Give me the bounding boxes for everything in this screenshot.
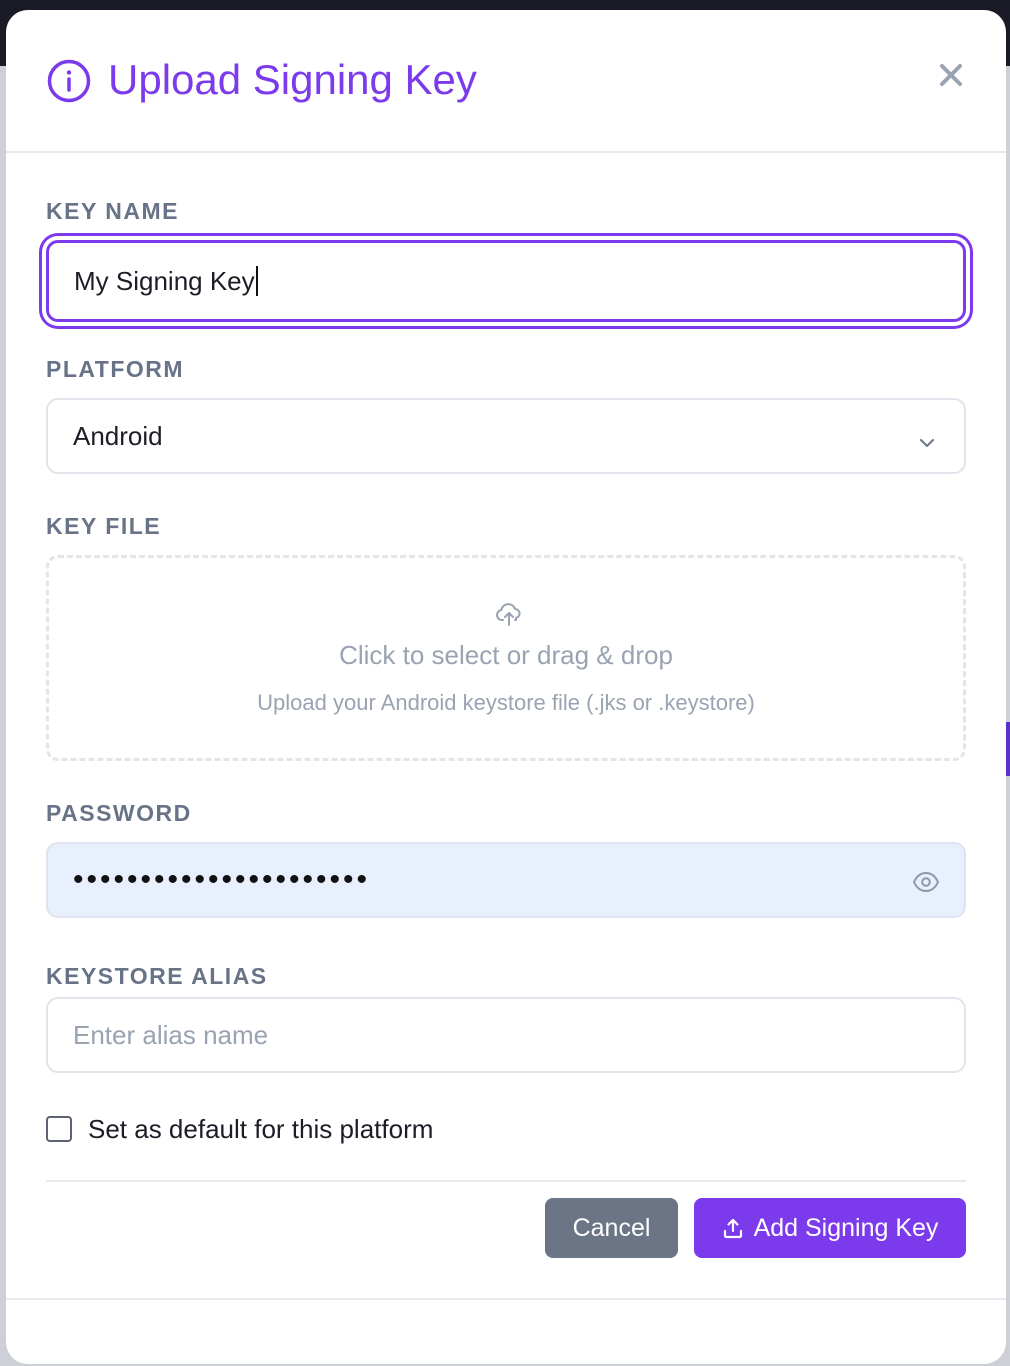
password-masked-value: ••••••••••••••••••••••: [73, 863, 371, 896]
add-signing-key-button[interactable]: Add Signing Key: [694, 1198, 966, 1258]
default-checkbox[interactable]: [46, 1116, 72, 1142]
keystore-alias-field[interactable]: [46, 997, 966, 1073]
dropzone-title: Click to select or drag & drop: [339, 640, 673, 670]
upload-signing-key-modal: Upload Signing Key KEY NAME My Signing K…: [6, 10, 1006, 1364]
keystore-alias-label: KEYSTORE ALIAS: [46, 963, 268, 989]
password-input[interactable]: ••••••••••••••••••••••: [46, 842, 966, 918]
key-name-input[interactable]: My Signing Key: [46, 240, 966, 322]
eye-icon[interactable]: [912, 868, 940, 896]
info-icon: [46, 58, 92, 104]
chevron-down-icon: [918, 428, 936, 447]
default-checkbox-label[interactable]: Set as default for this platform: [88, 1114, 433, 1145]
platform-select[interactable]: Android: [46, 398, 966, 474]
cloud-upload-icon: [495, 600, 523, 628]
key-file-label: KEY FILE: [46, 513, 162, 539]
default-checkbox-row[interactable]: Set as default for this platform: [46, 1112, 433, 1146]
modal-bottom-divider: [6, 1298, 1006, 1300]
modal-header: Upload Signing Key: [6, 10, 1006, 153]
key-name-value: My Signing Key: [74, 265, 255, 296]
password-label: PASSWORD: [46, 800, 192, 826]
platform-selected-value: Android: [73, 420, 163, 451]
cancel-button-label: Cancel: [572, 1213, 651, 1242]
platform-label: PLATFORM: [46, 356, 185, 382]
text-caret: [255, 266, 258, 296]
keystore-alias-input[interactable]: [73, 1019, 933, 1051]
key-name-label: KEY NAME: [46, 198, 179, 224]
footer-divider: [46, 1180, 966, 1182]
key-file-dropzone[interactable]: Click to select or drag & drop Upload yo…: [46, 555, 966, 761]
add-signing-key-label: Add Signing Key: [753, 1213, 939, 1242]
modal-title: Upload Signing Key: [108, 56, 477, 103]
close-button[interactable]: [934, 60, 968, 94]
dropzone-subtitle: Upload your Android keystore file (.jks …: [257, 690, 755, 715]
upload-icon: [723, 1218, 742, 1239]
cancel-button[interactable]: Cancel: [545, 1198, 678, 1258]
close-icon: [939, 63, 963, 92]
